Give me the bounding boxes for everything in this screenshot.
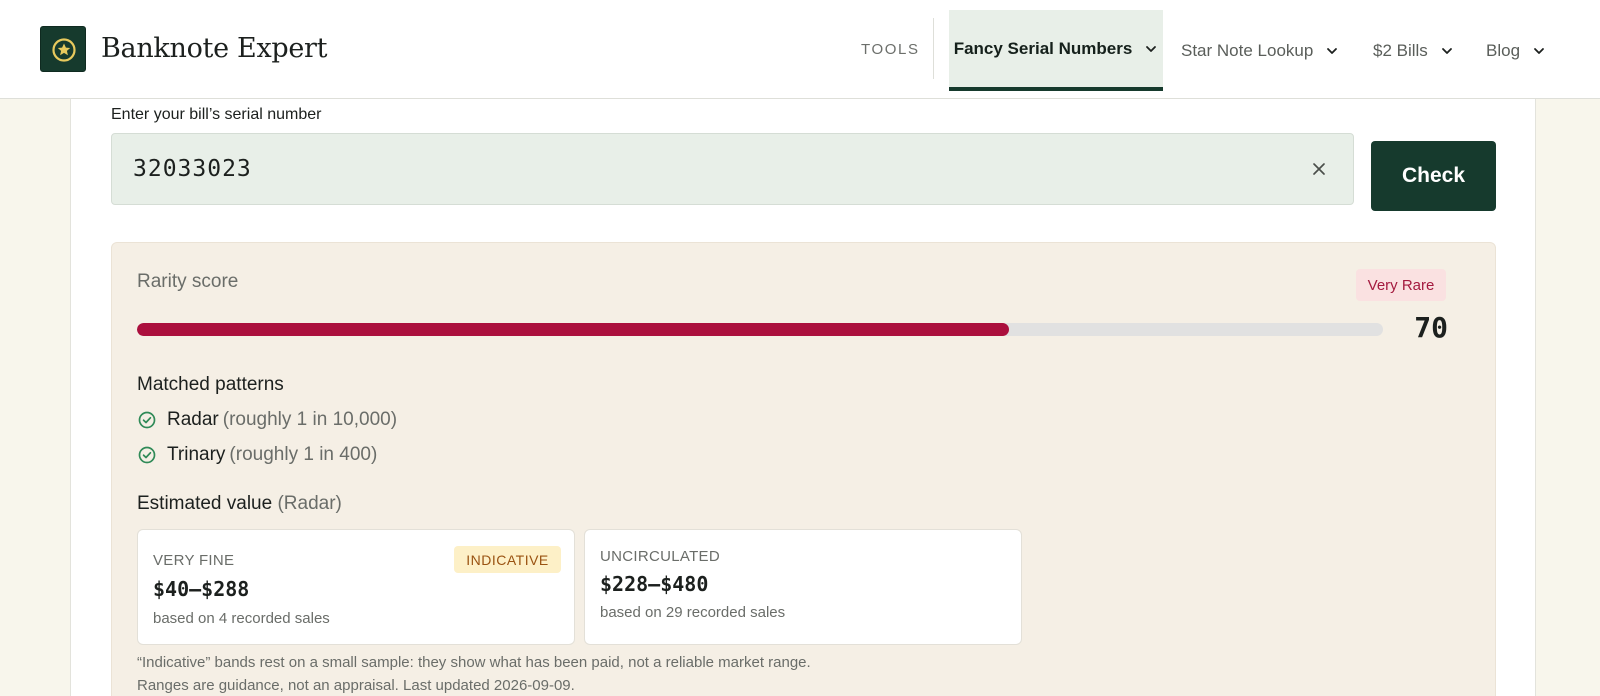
clear-input-button[interactable] — [1308, 158, 1330, 180]
nav-item-fancy-serial-numbers[interactable]: Fancy Serial Numbers — [949, 10, 1163, 91]
chevron-down-icon — [1327, 47, 1338, 54]
estimated-value-pattern: (Radar) — [277, 493, 342, 514]
main-content: Enter your bill’s serial number Check Ra… — [70, 99, 1536, 696]
rarity-bar — [137, 323, 1383, 336]
check-circle-icon — [138, 446, 156, 464]
check-circle-icon — [138, 411, 156, 429]
rarity-score-value: 70 — [1414, 311, 1448, 344]
logo[interactable] — [40, 26, 86, 72]
card-sales-count: based on 29 recorded sales — [600, 604, 786, 621]
nav-item-label: $2 Bills — [1373, 40, 1428, 60]
nav-divider — [933, 18, 934, 79]
nav-item-label: Blog — [1486, 40, 1521, 60]
rarity-bar-fill — [137, 323, 1010, 336]
card-sales-count: based on 4 recorded sales — [153, 610, 330, 627]
value-card-uncirculated: UNCIRCULATED $228–$480 based on 29 recor… — [584, 529, 1022, 645]
serial-input[interactable] — [111, 133, 1354, 205]
pattern-item: Radar (roughly 1 in 10,000) — [137, 409, 397, 431]
matched-patterns-title: Matched patterns — [137, 374, 284, 395]
nav-item-2-dollar-bills[interactable]: $2 Bills — [1373, 10, 1454, 91]
card-price: $40–$288 — [153, 577, 250, 601]
check-button[interactable]: Check — [1371, 141, 1496, 211]
site-header: Banknote Expert TOOLS Fancy Serial Numbe… — [0, 0, 1600, 99]
card-grade: VERY FINE — [153, 552, 235, 569]
pattern-name: Radar — [167, 409, 219, 430]
pattern-odds: (roughly 1 in 10,000) — [222, 409, 398, 430]
rarity-badge: Very Rare — [1356, 269, 1446, 301]
value-card-very-fine: VERY FINE INDICATIVE $40–$288 based on 4… — [137, 529, 575, 645]
close-icon — [1313, 163, 1325, 175]
rarity-score-label: Rarity score — [137, 271, 239, 292]
card-price: $228–$480 — [600, 572, 709, 596]
star-badge-icon — [52, 38, 76, 62]
chevron-down-icon — [1441, 47, 1452, 54]
brand-name[interactable]: Banknote Expert — [101, 30, 328, 68]
footnote-disclaimer: Ranges are guidance, not an appraisal. L… — [137, 677, 575, 694]
serial-field-label: Enter your bill’s serial number — [111, 106, 322, 123]
chevron-down-icon — [1146, 45, 1157, 52]
nav-item-star-note-lookup[interactable]: Star Note Lookup — [1181, 10, 1339, 91]
nav-item-blog[interactable]: Blog — [1486, 10, 1546, 91]
pattern-item: Trinary (roughly 1 in 400) — [137, 444, 377, 466]
chevron-down-icon — [1534, 47, 1544, 54]
nav-item-label: Fancy Serial Numbers — [953, 38, 1133, 58]
result-panel: Rarity score Very Rare 70 Matched patter… — [111, 242, 1496, 696]
estimated-value-label: Estimated value — [137, 493, 273, 514]
card-grade: UNCIRCULATED — [600, 548, 720, 565]
tools-label: TOOLS — [861, 41, 920, 58]
footnote-indicative: “Indicative” bands rest on a small sampl… — [137, 654, 811, 671]
pattern-odds: (roughly 1 in 400) — [229, 444, 378, 465]
nav-item-label: Star Note Lookup — [1181, 40, 1314, 60]
indicative-badge: INDICATIVE — [454, 546, 561, 573]
pattern-name: Trinary — [167, 444, 226, 465]
estimated-value-title: Estimated value (Radar) — [137, 493, 342, 515]
